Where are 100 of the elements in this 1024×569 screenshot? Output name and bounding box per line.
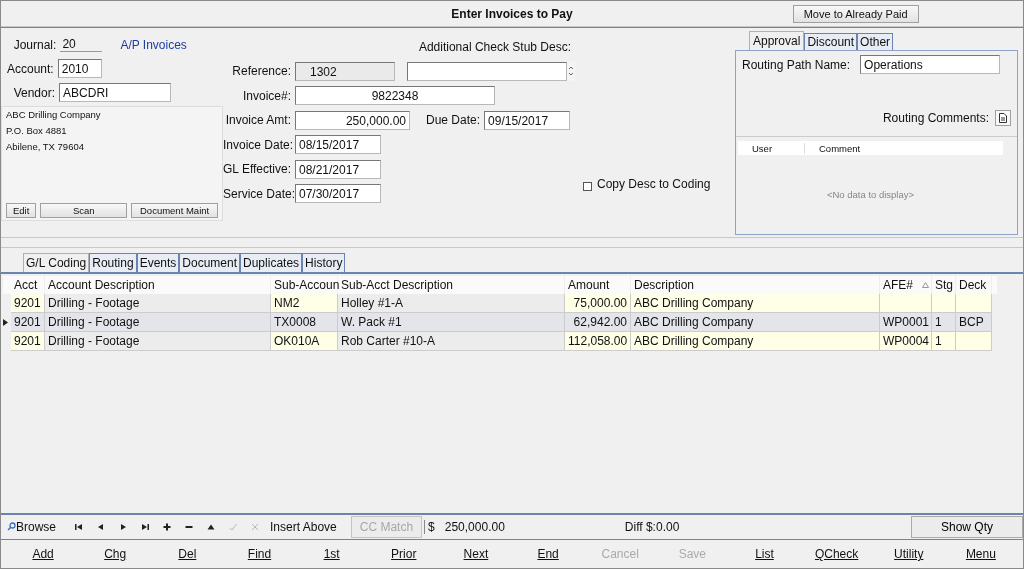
- toolbar-button[interactable]: Next: [439, 544, 512, 564]
- spinner-icon[interactable]: [567, 61, 575, 81]
- table-cell: Drilling - Footage: [45, 313, 271, 332]
- address-line: P.O. Box 4881: [6, 125, 68, 138]
- table-cell: OK010A: [271, 332, 338, 351]
- table-row[interactable]: 9201 Drilling - Footage TX0008 W. Pack #1 62,942.00 ABC Drilling Company WP0001 1 BCP: [3, 313, 997, 332]
- routing-path-label: Routing Path Name:: [742, 57, 851, 72]
- address-action-button[interactable]: Scan: [40, 203, 128, 218]
- detail-tab[interactable]: G/L Coding: [23, 253, 90, 272]
- invoice-number-label: Invoice#:: [241, 88, 291, 103]
- column-header[interactable]: Sub-Accoun: [274, 276, 340, 294]
- move-to-paid-button[interactable]: Move to Already Paid: [792, 4, 919, 23]
- table-cell: 75,000.00: [565, 294, 631, 313]
- stub-desc-field[interactable]: [407, 61, 567, 81]
- total-amount: 250,000.00: [444, 520, 505, 534]
- table-cell: W. Pack #1: [338, 313, 565, 332]
- panel-tab[interactable]: Discount: [804, 33, 858, 50]
- invoice-number-field[interactable]: 9822348: [295, 86, 495, 105]
- column-header[interactable]: Deck: [959, 276, 989, 294]
- due-date-field[interactable]: 09/15/2017: [484, 110, 571, 130]
- reference-label: Reference:: [231, 64, 291, 78]
- account-label: Account:: [7, 61, 54, 76]
- table-cell: WP0001: [880, 313, 932, 332]
- toolbar-button[interactable]: Chg: [79, 544, 152, 564]
- next-record-icon[interactable]: [118, 522, 128, 532]
- table-cell: ABC Drilling Company: [631, 332, 880, 351]
- table-cell: 9201: [11, 294, 45, 313]
- invoice-amount-field[interactable]: 250,000.00: [295, 110, 410, 130]
- checkbox[interactable]: [583, 182, 592, 191]
- address-line: ABC Drilling Company: [6, 109, 102, 122]
- address-action-button[interactable]: Document Maint: [131, 203, 218, 218]
- table-cell: Drilling - Footage: [45, 332, 271, 351]
- address-action-button[interactable]: Edit: [6, 203, 37, 218]
- service-date-field[interactable]: 07/30/2017: [295, 184, 381, 203]
- due-date-label: Due Date:: [426, 113, 481, 127]
- table-cell: 112,058.00: [565, 332, 631, 351]
- table-cell: BCP: [956, 313, 992, 332]
- vendor-label: Vendor:: [12, 85, 56, 100]
- toolbar-button[interactable]: List: [728, 544, 801, 564]
- table-row[interactable]: 9201 Drilling - Footage NM2 Holley #1-A 75,000.00 ABC Drilling Company: [3, 294, 997, 313]
- table-cell: 9201: [11, 332, 45, 351]
- last-record-icon[interactable]: [140, 522, 150, 532]
- stub-desc-label: Additional Check Stub Desc:: [418, 39, 571, 54]
- insert-above-option[interactable]: Insert Above: [270, 520, 337, 534]
- account-field[interactable]: 2010: [57, 59, 102, 78]
- journal-label: Journal:: [12, 37, 57, 52]
- table-cell: Rob Carter #10-A: [338, 332, 565, 351]
- column-header[interactable]: Acct: [14, 276, 42, 294]
- table-cell: 1: [932, 332, 956, 351]
- column-header[interactable]: Description: [634, 276, 877, 294]
- table-cell: WP0004: [880, 332, 932, 351]
- address-line: Abilene, TX 79604: [6, 141, 85, 154]
- up-triangle-icon[interactable]: [206, 522, 216, 532]
- table-cell: 62,942.00: [565, 313, 631, 332]
- toolbar-button[interactable]: Utility: [872, 544, 945, 564]
- empty-message: <No data to display>: [826, 189, 915, 200]
- routing-comments-label: Routing Comments:: [882, 111, 989, 125]
- toolbar-button[interactable]: Find: [223, 544, 296, 564]
- toolbar-button[interactable]: 1st: [295, 544, 368, 564]
- detail-tab[interactable]: Document: [179, 253, 241, 272]
- column-header[interactable]: Sub-Acct Description: [341, 276, 562, 294]
- detail-tab[interactable]: Duplicates: [240, 253, 303, 272]
- detail-tab[interactable]: Routing: [89, 253, 137, 272]
- column-header[interactable]: Amount: [568, 276, 628, 294]
- table-cell: Drilling - Footage: [45, 294, 271, 313]
- plus-icon[interactable]: [162, 522, 172, 532]
- show-qty-button[interactable]: Show Qty: [911, 516, 1023, 538]
- journal-value: 20: [60, 37, 103, 52]
- panel-tab[interactable]: Approval: [749, 31, 805, 50]
- table-cell: TX0008: [271, 313, 338, 332]
- difference-amount: Diff $:0.00: [624, 520, 680, 534]
- table-cell: 9201: [11, 313, 45, 332]
- column-header[interactable]: Account Description: [48, 276, 268, 294]
- detail-tab[interactable]: Events: [136, 253, 180, 272]
- table-row[interactable]: 9201 Drilling - Footage OK010A Rob Carter #10-A 112,058.00 ABC Drilling Company WP0004 1: [3, 332, 997, 351]
- detail-tab[interactable]: History: [302, 253, 346, 272]
- previous-record-icon[interactable]: [96, 522, 106, 532]
- toolbar-button[interactable]: End: [512, 544, 585, 564]
- invoice-date-field[interactable]: 08/15/2017: [295, 135, 381, 154]
- toolbar-button[interactable]: Menu: [944, 544, 1017, 564]
- column-header: Comment: [818, 142, 861, 154]
- reference-field[interactable]: 1302: [295, 61, 395, 81]
- table-cell: ABC Drilling Company: [631, 313, 880, 332]
- panel-tab[interactable]: Other: [857, 33, 894, 50]
- column-header[interactable]: AFE#: [883, 276, 929, 294]
- first-record-icon[interactable]: [74, 522, 84, 532]
- column-header: User: [738, 142, 805, 154]
- gl-effective-field[interactable]: 08/21/2017: [295, 159, 381, 179]
- document-icon[interactable]: [995, 110, 1011, 126]
- toolbar-button[interactable]: Add: [7, 544, 80, 564]
- routing-path-field[interactable]: Operations: [860, 55, 1001, 74]
- toolbar-button[interactable]: QCheck: [800, 544, 873, 564]
- table-cell: ABC Drilling Company: [631, 294, 880, 313]
- journal-name: A/P Invoices: [120, 37, 187, 52]
- browse-mode-label: Browse: [7, 520, 56, 534]
- vendor-field[interactable]: ABCDRI: [59, 83, 172, 102]
- table-cell: Holley #1-A: [338, 294, 565, 313]
- toolbar-button[interactable]: Del: [151, 544, 224, 564]
- toolbar-button[interactable]: Prior: [367, 544, 440, 564]
- column-header[interactable]: Stg: [935, 276, 953, 294]
